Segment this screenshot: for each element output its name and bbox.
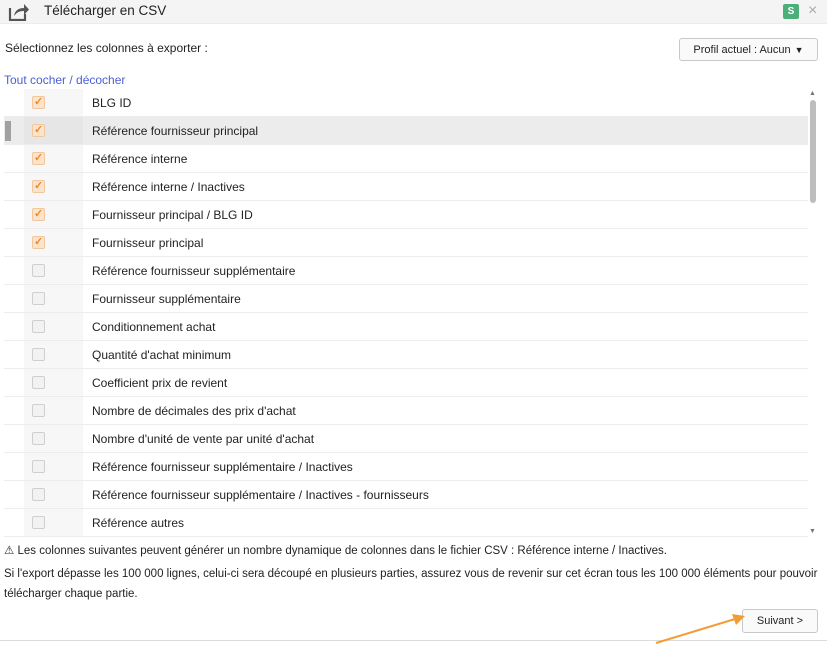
column-checkbox[interactable] <box>32 376 45 389</box>
column-checkbox[interactable] <box>32 488 45 501</box>
column-row[interactable]: ✓ Référence interne <box>4 145 808 173</box>
column-label: Coefficient prix de revient <box>92 376 228 390</box>
scroll-down-arrow-icon[interactable]: ▼ <box>808 528 817 537</box>
toggle-all-link[interactable]: Tout cocher / décocher <box>4 73 125 87</box>
next-button[interactable]: Suivant > <box>742 609 818 633</box>
column-checkbox[interactable] <box>32 348 45 361</box>
column-row[interactable]: ✓ Fournisseur principal <box>4 229 808 257</box>
share-export-icon <box>8 4 29 21</box>
s-badge[interactable]: S <box>783 4 799 19</box>
close-icon[interactable]: × <box>808 2 817 20</box>
column-checkbox[interactable] <box>32 320 45 333</box>
check-icon: ✓ <box>34 124 44 136</box>
column-label: Nombre de décimales des prix d'achat <box>92 404 296 418</box>
scrollbar-thumb[interactable] <box>810 100 816 203</box>
column-label: Conditionnement achat <box>92 320 216 334</box>
select-columns-label: Sélectionnez les colonnes à exporter : <box>5 41 208 55</box>
column-row[interactable]: Fournisseur supplémentaire <box>4 285 808 313</box>
check-icon: ✓ <box>34 180 44 192</box>
profile-dropdown-label: Profil actuel : Aucun <box>693 43 791 56</box>
column-row[interactable]: Référence fournisseur supplémentaire <box>4 257 808 285</box>
column-checkbox[interactable]: ✓ <box>32 236 45 249</box>
column-row[interactable]: Référence autres <box>4 509 808 537</box>
column-label: Fournisseur supplémentaire <box>92 292 241 306</box>
scroll-up-arrow-icon[interactable]: ▲ <box>808 90 817 99</box>
column-label: Référence autres <box>92 516 185 530</box>
column-label: Fournisseur principal <box>92 236 204 250</box>
column-list: ✓ BLG ID ✓ Référence fournisseur principal ✓… <box>4 89 808 539</box>
column-label: Référence fournisseur supplémentaire / I… <box>92 488 429 502</box>
check-icon: ✓ <box>34 152 44 164</box>
column-row[interactable]: ✓ BLG ID <box>4 89 808 117</box>
profile-dropdown[interactable]: Profil actuel : Aucun ▼ <box>679 38 818 61</box>
dialog-header: Télécharger en CSV S × <box>0 0 827 24</box>
column-label: BLG ID <box>92 96 132 110</box>
column-checkbox[interactable]: ✓ <box>32 180 45 193</box>
column-checkbox[interactable]: ✓ <box>32 124 45 137</box>
column-checkbox[interactable]: ✓ <box>32 208 45 221</box>
column-checkbox[interactable] <box>32 460 45 473</box>
caret-down-icon: ▼ <box>794 44 804 55</box>
column-checkbox[interactable]: ✓ <box>32 152 45 165</box>
column-row[interactable]: Référence fournisseur supplémentaire / I… <box>4 453 808 481</box>
column-checkbox[interactable] <box>32 292 45 305</box>
column-row[interactable]: Coefficient prix de revient <box>4 369 808 397</box>
column-label: Nombre d'unité de vente par unité d'acha… <box>92 432 315 446</box>
column-row[interactable]: Quantité d'achat minimum <box>4 341 808 369</box>
column-label: Quantité d'achat minimum <box>92 348 232 362</box>
column-label: Référence fournisseur principal <box>92 124 259 138</box>
column-label: Référence fournisseur supplémentaire / I… <box>92 460 353 474</box>
column-label: Référence interne / Inactives <box>92 180 245 194</box>
column-label: Fournisseur principal / BLG ID <box>92 208 253 222</box>
column-label: Référence fournisseur supplémentaire <box>92 264 296 278</box>
column-row[interactable]: ✓ Fournisseur principal / BLG ID <box>4 201 808 229</box>
dialog-title: Télécharger en CSV <box>44 3 167 18</box>
check-icon: ✓ <box>34 96 44 108</box>
column-row[interactable]: ✓ Référence fournisseur principal <box>4 117 808 145</box>
check-icon: ✓ <box>34 208 44 220</box>
dynamic-columns-warning: ⚠ Les colonnes suivantes peuvent générer… <box>4 545 668 557</box>
column-checkbox[interactable] <box>32 264 45 277</box>
annotation-arrow-icon <box>655 614 745 644</box>
column-row[interactable]: ✓ Référence interne / Inactives <box>4 173 808 201</box>
column-row[interactable]: Conditionnement achat <box>4 313 808 341</box>
drag-handle-icon[interactable] <box>5 121 11 141</box>
column-checkbox[interactable] <box>32 516 45 529</box>
export-split-info: Si l'export dépasse les 100 000 lignes, … <box>4 568 818 600</box>
column-row[interactable]: Nombre de décimales des prix d'achat <box>4 397 808 425</box>
column-checkbox[interactable]: ✓ <box>32 96 45 109</box>
column-row[interactable]: Référence fournisseur supplémentaire / I… <box>4 481 808 509</box>
column-row[interactable]: Nombre d'unité de vente par unité d'acha… <box>4 425 808 453</box>
check-icon: ✓ <box>34 236 44 248</box>
column-checkbox[interactable] <box>32 432 45 445</box>
column-checkbox[interactable] <box>32 404 45 417</box>
column-label: Référence interne <box>92 152 188 166</box>
